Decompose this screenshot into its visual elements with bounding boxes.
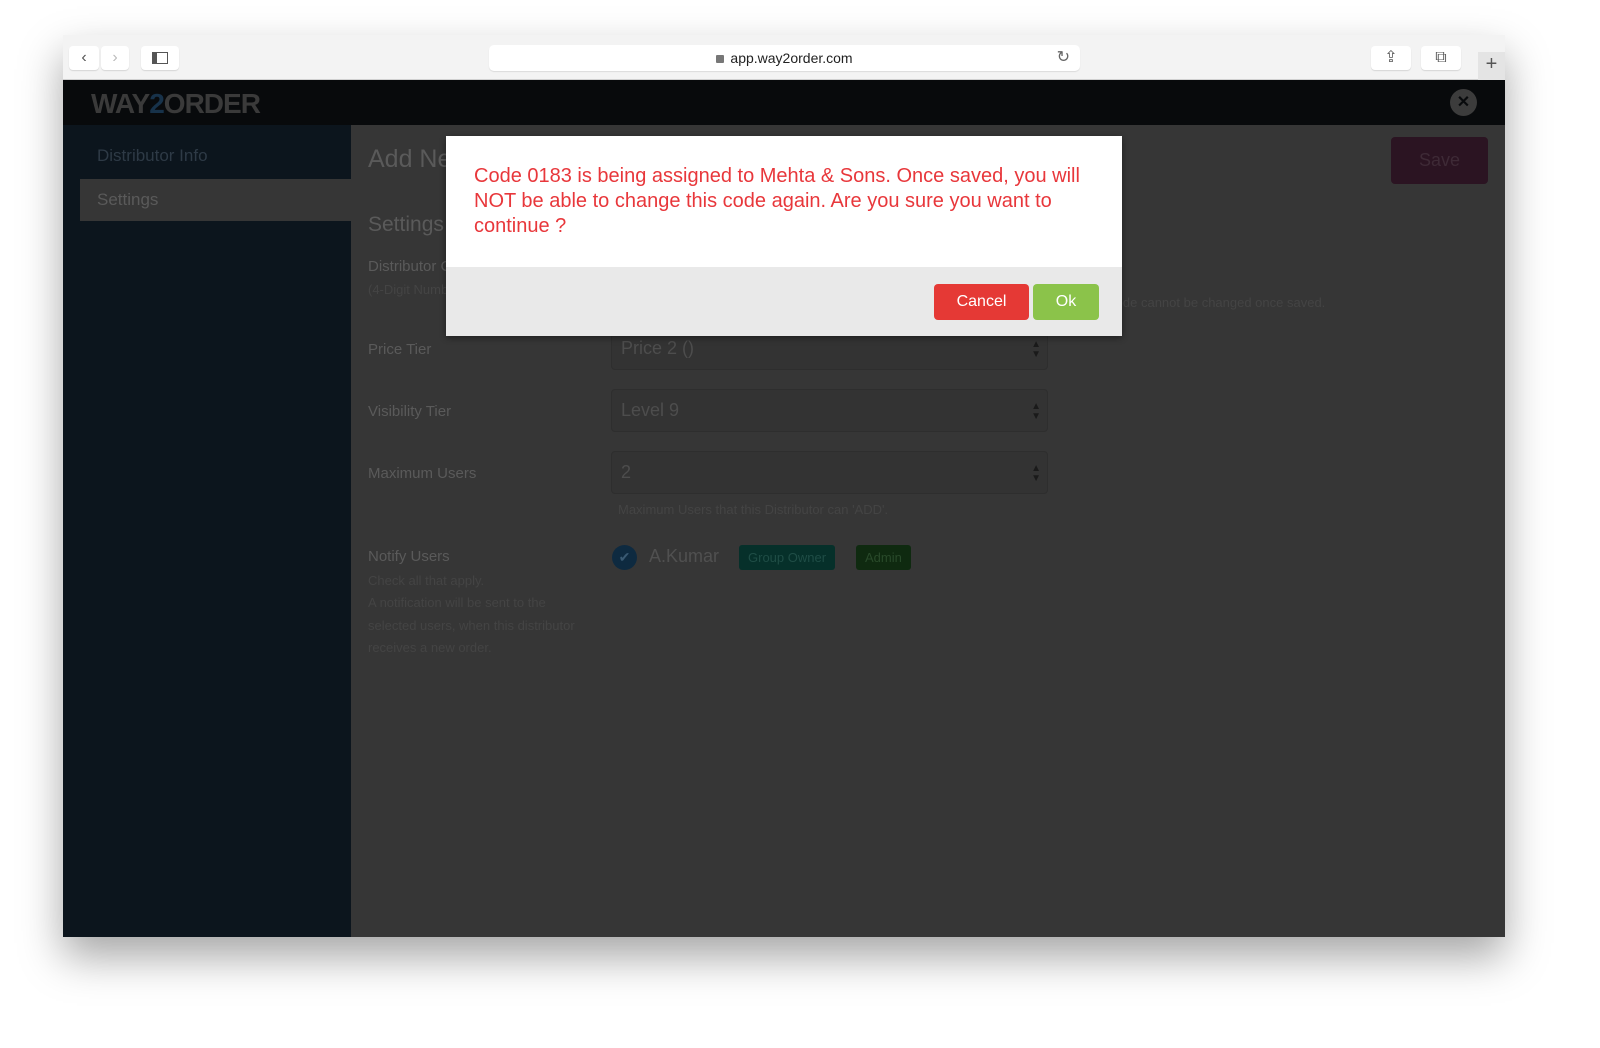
admin-badge: Admin bbox=[856, 545, 911, 570]
plus-icon: + bbox=[1485, 53, 1498, 75]
visibility-tier-select[interactable]: Level 9 ▲ ▼ bbox=[611, 389, 1048, 432]
notify-user-name: A.Kumar bbox=[649, 546, 720, 566]
visibility-tier-label: Visibility Tier bbox=[368, 403, 452, 420]
section-title: Settings bbox=[368, 213, 444, 236]
stepper-arrows-icon: ▲ ▼ bbox=[1031, 463, 1041, 484]
ok-button[interactable]: Ok bbox=[1033, 284, 1099, 320]
dialog-message: Code 0183 is being assigned to Mehta & S… bbox=[474, 165, 1080, 237]
select-arrows-icon: ▲ ▼ bbox=[1031, 401, 1041, 422]
save-button[interactable]: Save bbox=[1391, 137, 1488, 184]
tabs-button[interactable]: ⧉ bbox=[1421, 46, 1461, 70]
new-tab-button[interactable]: + bbox=[1478, 52, 1505, 80]
browser-toolbar: ‹ › app.way2order.com ↻ ⇪ ⧉ + bbox=[63, 35, 1505, 80]
share-button[interactable]: ⇪ bbox=[1371, 46, 1411, 70]
reload-icon[interactable]: ↻ bbox=[1057, 45, 1070, 71]
price-tier-value: Price 2 () bbox=[621, 338, 695, 358]
back-button[interactable]: ‹ bbox=[69, 46, 99, 70]
max-users-stepper[interactable]: 2 ▲ ▼ bbox=[611, 451, 1048, 494]
sidebar: Distributor Info Settings bbox=[63, 125, 351, 937]
max-users-hint: Maximum Users that this Distributor can … bbox=[618, 502, 889, 517]
notify-hint: A notification will be sent to the bbox=[368, 595, 546, 610]
close-button[interactable]: ✕ bbox=[1450, 89, 1477, 116]
cancel-button[interactable]: Cancel bbox=[934, 284, 1029, 320]
group-owner-badge: Group Owner bbox=[739, 545, 836, 570]
price-tier-label: Price Tier bbox=[368, 341, 432, 358]
close-icon: ✕ bbox=[1456, 94, 1471, 111]
back-icon: ‹ bbox=[81, 49, 87, 66]
address-bar[interactable]: app.way2order.com ↻ bbox=[489, 45, 1080, 71]
forward-button[interactable]: › bbox=[101, 46, 129, 70]
lock-icon bbox=[716, 55, 725, 63]
max-users-value: 2 bbox=[621, 462, 632, 482]
url-text: app.way2order.com bbox=[730, 50, 853, 66]
dialog-footer: Cancel Ok bbox=[446, 267, 1122, 336]
notify-users-label: Notify Users bbox=[368, 548, 450, 565]
sidebar-item-settings[interactable]: Settings bbox=[80, 179, 351, 221]
confirm-dialog: Code 0183 is being assigned to Mehta & S… bbox=[446, 136, 1122, 336]
logo: WAY2ORDER bbox=[91, 88, 261, 119]
notify-user-checkbox[interactable]: ✔ bbox=[612, 545, 637, 570]
notify-hint: receives a new order. bbox=[368, 640, 492, 655]
max-users-label: Maximum Users bbox=[368, 465, 477, 482]
sidebar-toggle-button[interactable] bbox=[141, 46, 179, 70]
check-icon: ✔ bbox=[618, 549, 631, 565]
notify-hint: Check all that apply. bbox=[368, 573, 485, 588]
tabs-icon: ⧉ bbox=[1435, 49, 1447, 66]
forward-icon: › bbox=[112, 49, 118, 66]
sidebar-icon bbox=[152, 51, 168, 64]
sidebar-item-distributor-info[interactable]: Distributor Info bbox=[80, 135, 351, 177]
share-icon: ⇪ bbox=[1384, 49, 1398, 66]
visibility-tier-value: Level 9 bbox=[621, 400, 680, 420]
notify-hint: selected users, when this distributor bbox=[368, 618, 575, 633]
app-header: WAY2ORDER ✕ bbox=[63, 80, 1505, 125]
